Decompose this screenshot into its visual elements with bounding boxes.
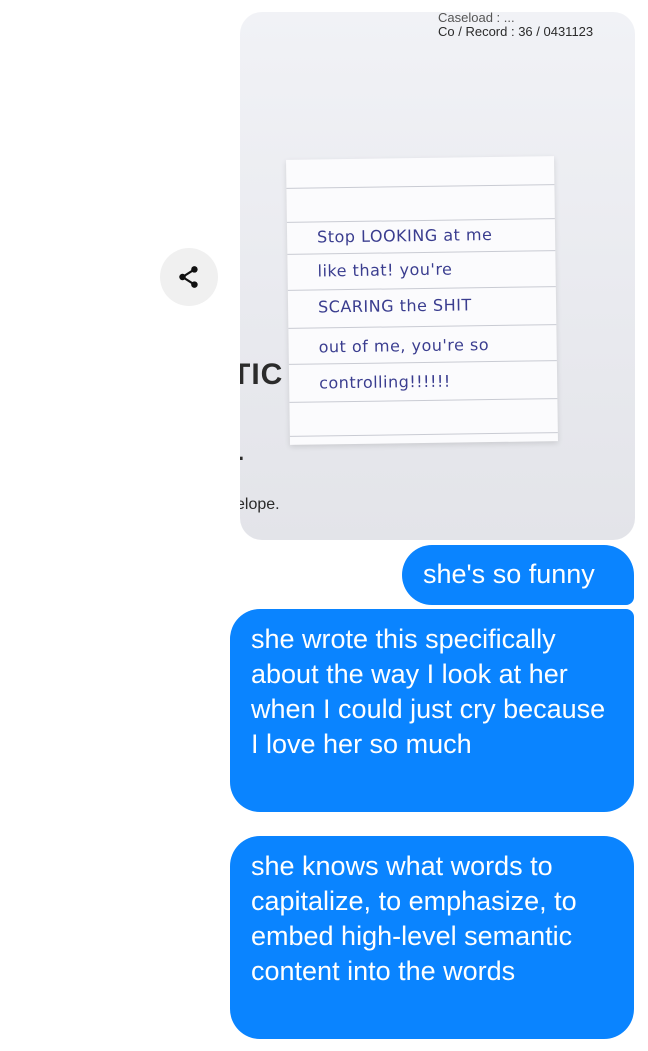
message-bubble-1[interactable]: she's so funny [402,545,634,605]
document-record-text: Co / Record : 36 / 0431123 [438,24,594,39]
document-envelope-fragment: elope. [240,496,280,513]
share-button[interactable] [160,248,218,306]
document-dot: . [240,440,244,466]
shared-photo[interactable]: Caseload : ... Co / Record : 36 / 043112… [240,12,635,540]
sticky-note: Stop LOOKING at me like that! you're SCA… [286,156,558,445]
note-line-1: Stop LOOKING at me [316,225,493,247]
note-line-2: like that! you're [317,259,453,281]
note-line-3: SCARING the SHIT [317,295,472,317]
document-heading-fragment: TIC [240,358,284,391]
message-bubble-3[interactable]: she knows what words to capitalize, to e… [230,836,634,1039]
share-icon [179,266,198,288]
message-bubble-2[interactable]: she wrote this specifically about the wa… [230,609,634,812]
note-line-5: controlling!!!!!! [319,371,451,393]
note-line-4: out of me, you're so [318,335,490,357]
